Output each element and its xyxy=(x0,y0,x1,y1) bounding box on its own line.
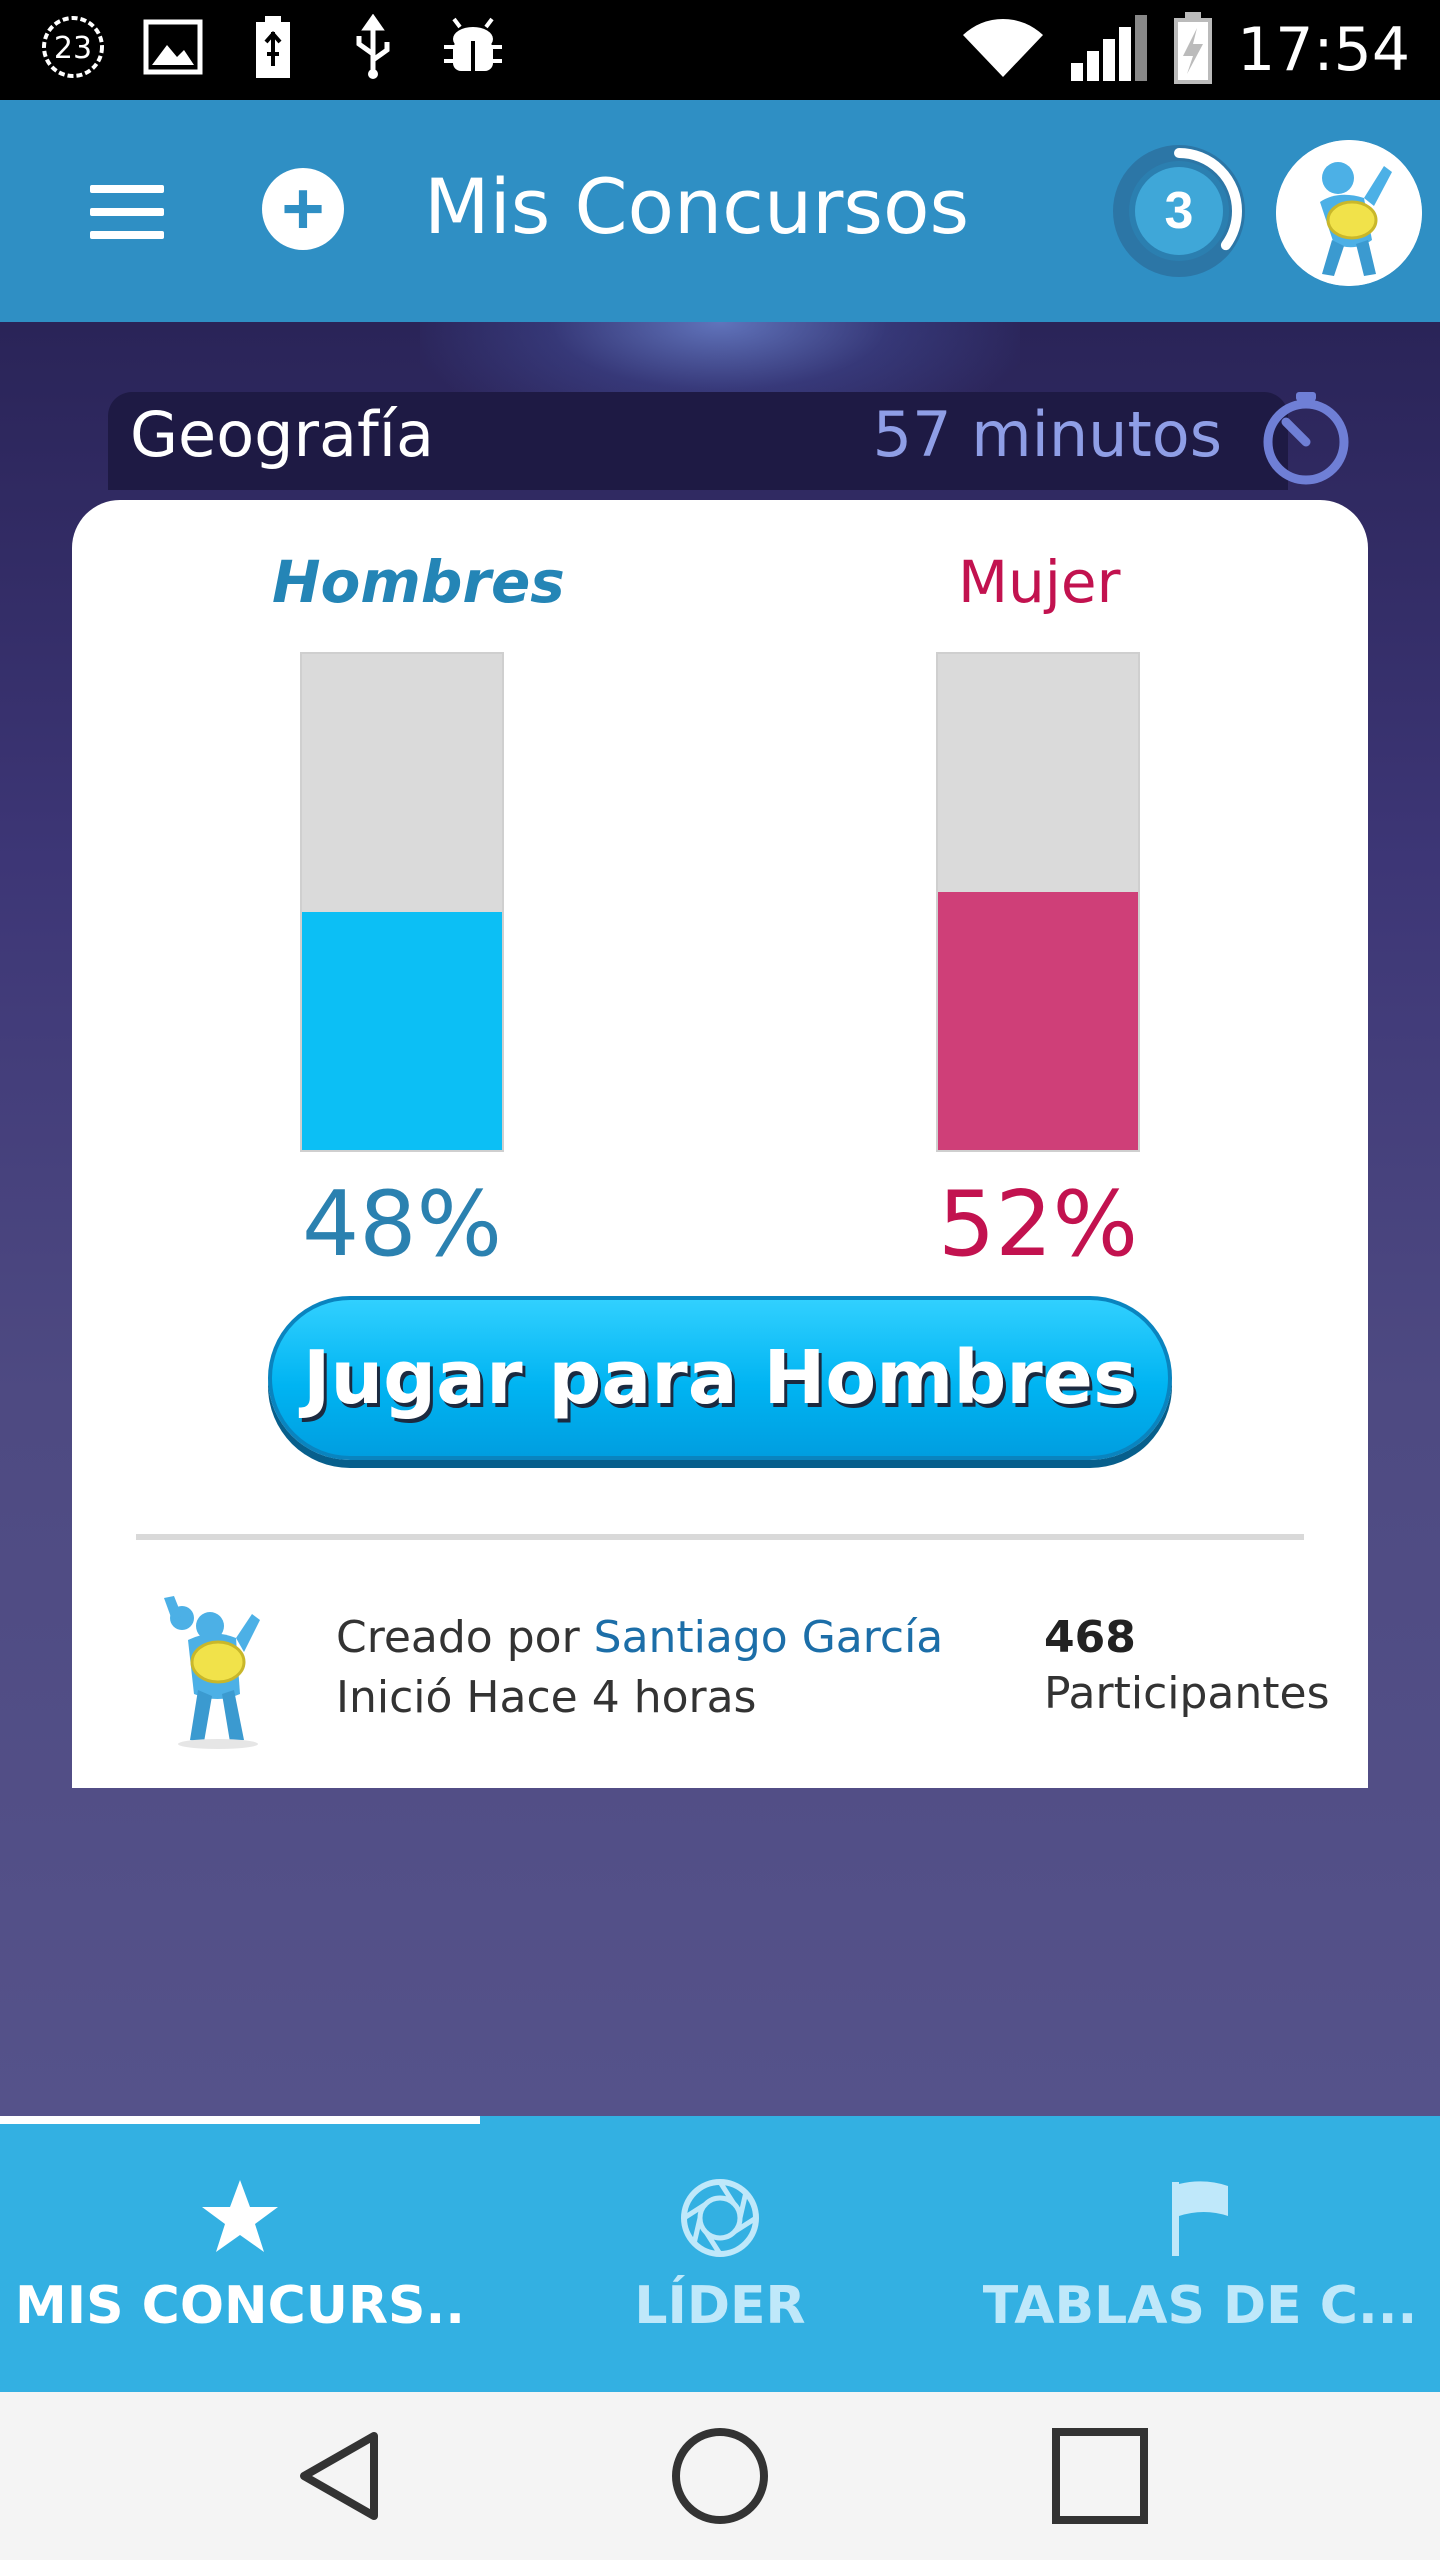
women-progress-bar xyxy=(936,652,1140,1152)
women-percentage: 52% xyxy=(937,1172,1139,1277)
created-by: Creado por Santiago García xyxy=(336,1612,943,1663)
star-icon xyxy=(202,2180,278,2252)
women-label: Mujer xyxy=(958,548,1121,616)
app-bar: + Mis Concursos 3 xyxy=(0,100,1440,322)
divider xyxy=(136,1534,1304,1540)
page-title: Mis Concursos xyxy=(424,162,970,251)
notification-count-icon: 23 xyxy=(40,14,106,80)
tab-label: TABLAS DE C... xyxy=(982,2276,1418,2336)
mascot-avatar-icon xyxy=(1276,140,1422,286)
time-remaining: 57 minutos xyxy=(872,398,1222,471)
battery-usb-icon xyxy=(240,14,306,80)
wifi-icon xyxy=(959,15,1047,86)
tab-label: LÍDER xyxy=(634,2276,806,2336)
android-debug-icon xyxy=(440,14,506,80)
home-icon[interactable] xyxy=(664,2420,776,2532)
image-icon xyxy=(140,14,206,80)
aperture-icon xyxy=(681,2179,759,2257)
participants-count: 468 xyxy=(1044,1612,1136,1663)
notification-count: 23 xyxy=(54,31,92,66)
creator-name-link[interactable]: Santiago García xyxy=(594,1612,944,1663)
tab-leader[interactable]: LÍDER xyxy=(480,2116,960,2392)
participants-label: Participantes xyxy=(1044,1668,1330,1719)
created-by-prefix: Creado por xyxy=(336,1612,594,1663)
creator-avatar[interactable] xyxy=(148,1590,288,1750)
status-bar: 23 17:54 xyxy=(0,0,1440,100)
battery-charging-icon xyxy=(1171,10,1215,91)
started-time: Inició Hace 4 horas xyxy=(336,1672,757,1723)
user-avatar[interactable] xyxy=(1276,140,1422,286)
women-progress-fill xyxy=(938,892,1138,1150)
men-progress-bar xyxy=(300,652,504,1152)
men-progress-fill xyxy=(302,911,502,1150)
men-label: Hombres xyxy=(272,548,565,616)
contest-topic: Geografía xyxy=(130,398,435,471)
flag-icon xyxy=(1172,2181,1228,2256)
add-contest-icon[interactable]: + xyxy=(262,168,344,250)
tab-leaderboards[interactable]: TABLAS DE C... xyxy=(960,2116,1440,2392)
recents-icon[interactable] xyxy=(1044,2420,1156,2532)
men-percentage: 48% xyxy=(301,1172,503,1277)
level-number: 3 xyxy=(1164,182,1194,240)
tab-my-contests[interactable]: MIS CONCURS.. xyxy=(0,2116,480,2392)
tab-label: MIS CONCURS.. xyxy=(15,2276,465,2336)
stopwatch-icon xyxy=(1263,392,1349,485)
clock: 17:54 xyxy=(1237,15,1410,85)
usb-icon xyxy=(340,14,406,80)
signal-icon xyxy=(1069,13,1149,88)
back-icon[interactable] xyxy=(284,2420,396,2532)
play-for-men-button[interactable]: Jugar para Hombres xyxy=(268,1296,1172,1460)
hamburger-menu-icon[interactable] xyxy=(90,185,164,239)
